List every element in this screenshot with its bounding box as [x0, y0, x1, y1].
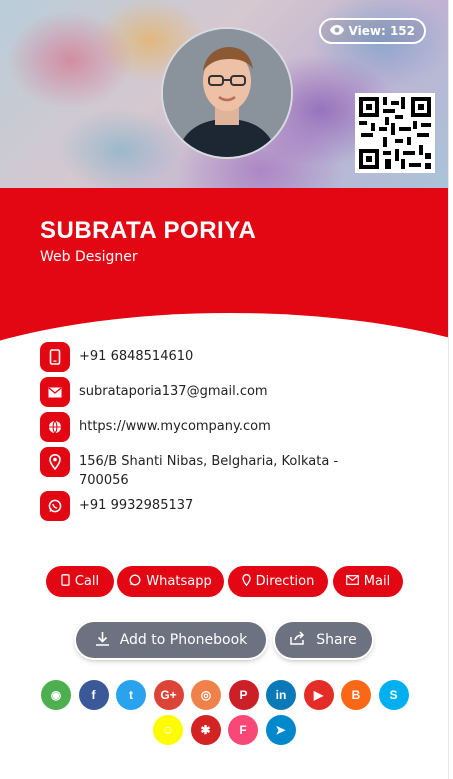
phone-icon — [61, 573, 70, 590]
location-icon — [40, 447, 70, 477]
snapchat-icon[interactable]: ☺ — [153, 715, 183, 745]
share-button-label: Share — [316, 632, 357, 648]
twitter-icon[interactable]: t — [116, 680, 146, 710]
skype-icon[interactable]: S — [378, 680, 409, 710]
avatar — [161, 27, 293, 159]
contact-whatsapp-text: +91 9932985137 — [79, 498, 194, 513]
mail-button-label: Mail — [363, 574, 391, 589]
pinterest-icon[interactable]: P — [228, 680, 259, 710]
phone-icon — [40, 342, 70, 372]
direction-button[interactable]: Direction — [228, 566, 328, 597]
profile-role: Web Designer — [40, 249, 138, 265]
call-button[interactable]: Call — [46, 566, 114, 597]
contact-email[interactable]: subrataporia137@gmail.com — [40, 377, 370, 407]
blogger-icon[interactable]: B — [341, 680, 371, 710]
add-to-phonebook-label: Add to Phonebook — [119, 632, 248, 648]
contact-address[interactable]: 156/B Shanti Nibas, Belgharia, Kolkata -… — [40, 447, 370, 490]
linkedin-icon[interactable]: in — [266, 680, 296, 710]
view-count-label: View: 152 — [348, 24, 415, 38]
location-icon — [241, 573, 251, 590]
contact-website[interactable]: https://www.mycompany.com — [40, 412, 370, 442]
contact-phone-text: +91 6848514610 — [79, 349, 194, 364]
mail-icon — [345, 574, 359, 589]
yelp-icon[interactable]: ✱ — [190, 715, 221, 745]
mail-button[interactable]: Mail — [333, 566, 403, 597]
youtube-icon[interactable]: ▶ — [303, 680, 334, 710]
profile-card: View: 152 SUBRATA PORIYA Web Designer +9… — [0, 0, 449, 779]
view-count-badge: View: 152 — [318, 18, 426, 44]
whatsapp-button[interactable]: Whatsapp — [117, 566, 224, 597]
foursquare-icon[interactable]: F — [228, 715, 258, 745]
call-button-label: Call — [74, 574, 100, 589]
download-icon — [95, 631, 110, 650]
instagram-icon[interactable]: ◎ — [191, 680, 221, 710]
whatsapp-button-label: Whatsapp — [146, 574, 212, 589]
share-button[interactable]: Share — [275, 622, 372, 658]
direction-button-label: Direction — [255, 574, 315, 589]
contact-website-text: https://www.mycompany.com — [79, 419, 271, 434]
telegram-icon[interactable]: ➤ — [265, 715, 296, 745]
google-plus-icon[interactable]: G+ — [153, 680, 184, 710]
globe-icon — [40, 412, 70, 442]
contact-whatsapp[interactable]: +91 9932985137 — [40, 491, 370, 521]
contact-address-text: 156/B Shanti Nibas, Belgharia, Kolkata -… — [79, 454, 339, 488]
contact-email-text: subrataporia137@gmail.com — [79, 384, 268, 399]
share-icon — [290, 631, 306, 649]
profile-name: SUBRATA PORIYA — [40, 217, 257, 244]
contact-phone[interactable]: +91 6848514610 — [40, 342, 370, 372]
whatsapp-icon — [129, 574, 141, 590]
mail-icon — [40, 377, 70, 407]
qr-code[interactable] — [355, 93, 435, 173]
add-to-phonebook-button[interactable]: Add to Phonebook — [76, 622, 266, 658]
whatsapp-icon[interactable]: ◉ — [41, 680, 71, 710]
whatsapp-icon — [40, 491, 70, 521]
eye-icon — [329, 24, 344, 38]
facebook-icon[interactable]: f — [78, 680, 109, 710]
